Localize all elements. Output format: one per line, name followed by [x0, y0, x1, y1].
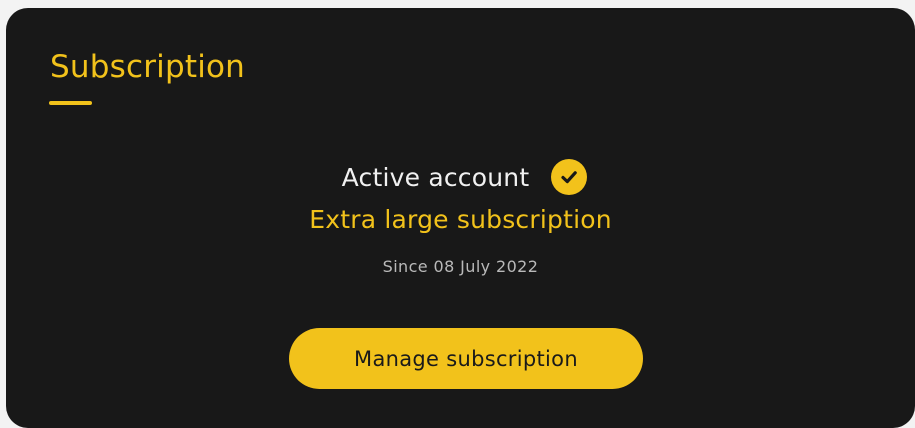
subscription-since-date: Since 08 July 2022	[382, 257, 539, 276]
subscription-card: Subscription Active account Extra large …	[6, 8, 915, 428]
manage-subscription-button[interactable]: Manage subscription	[289, 328, 643, 389]
title-underline	[49, 101, 92, 105]
account-status: Active account	[6, 159, 915, 195]
check-circle-icon	[551, 159, 588, 195]
section-title: Subscription	[50, 49, 246, 85]
plan-name: Extra large subscription	[309, 205, 612, 234]
account-status-label: Active account	[341, 162, 530, 192]
